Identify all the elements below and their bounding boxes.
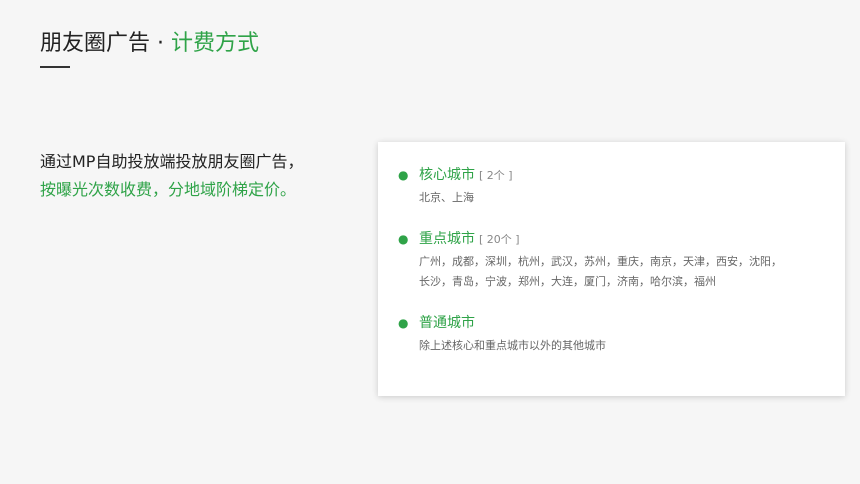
intro-text: 通过MP自助投放端投放朋友圈广告， 按曝光次数收费，分地域阶梯定价。 [40, 148, 303, 204]
tier-count: [ 2个 ] [479, 169, 513, 182]
bullet-icon: ● [398, 316, 409, 330]
tier-city-list-line-2: 长沙，青岛，宁波，郑州，大连，厦门，济南，哈尔滨，福州 [419, 275, 716, 288]
tier-name: 重点城市 [419, 231, 475, 247]
tier-description: 除上述核心和重点城市以外的其他城市 [419, 336, 606, 356]
tier-city-list: 北京、上海 [419, 191, 474, 204]
tier-description: 北京、上海 [419, 188, 474, 208]
tier-name: 核心城市 [419, 167, 475, 183]
pricing-tiers-card: ● 核心城市 [ 2个 ] 北京、上海 ● 重点城市 [ 20个 ] 广州，成都，深… [378, 142, 845, 396]
tier-heading: 核心城市 [ 2个 ] [419, 164, 513, 186]
tier-name: 普通城市 [419, 315, 475, 331]
bullet-icon: ● [398, 232, 409, 246]
page-title-accent: 计费方式 [170, 31, 259, 56]
tier-heading: 普通城市 [419, 312, 475, 333]
bullet-icon: ● [398, 168, 409, 182]
tier-count: [ 20个 ] [479, 233, 520, 246]
tier-description: 广州，成都，深圳，杭州，武汉，苏州，重庆，南京，天津，西安，沈阳， 长沙，青岛，… [419, 252, 782, 292]
tier-heading: 重点城市 [ 20个 ] [419, 228, 520, 250]
page-title: 朋友圈广告 · 计费方式 [40, 28, 259, 60]
tier-city-list: 除上述核心和重点城市以外的其他城市 [419, 339, 606, 352]
page-title-main: 朋友圈广告 · [40, 31, 171, 56]
title-underline [40, 66, 70, 68]
tier-city-list-line-1: 广州，成都，深圳，杭州，武汉，苏州，重庆，南京，天津，西安，沈阳， [419, 255, 782, 268]
intro-line-2: 按曝光次数收费，分地域阶梯定价。 [40, 180, 297, 199]
intro-line-1: 通过MP自助投放端投放朋友圈广告， [40, 152, 304, 171]
